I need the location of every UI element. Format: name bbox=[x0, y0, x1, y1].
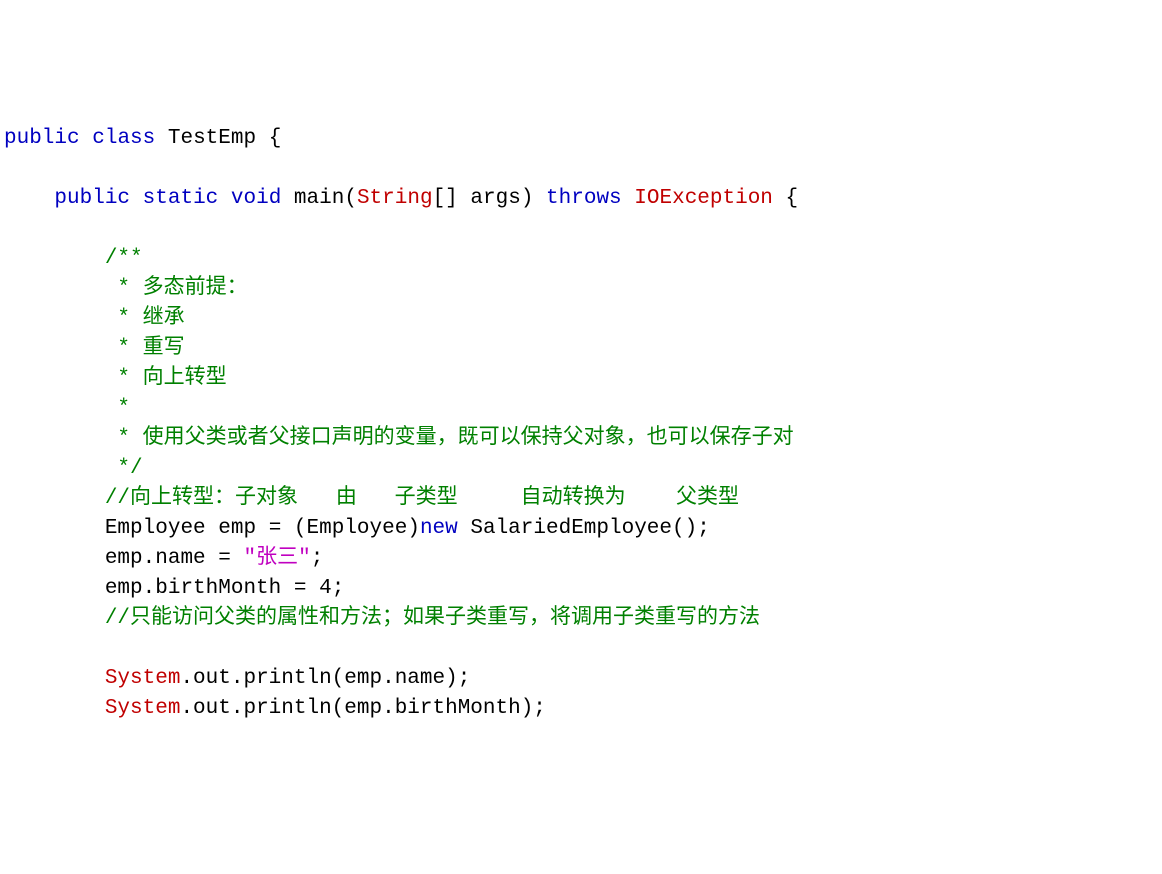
line-main: public static void main(String[] args) t… bbox=[4, 187, 798, 210]
type-string: String bbox=[357, 187, 433, 210]
javadoc-line: * 多态前提： bbox=[4, 277, 248, 300]
type-ioexception: IOException bbox=[634, 187, 773, 210]
javadoc-line: /** bbox=[4, 247, 143, 270]
line-comment: //向上转型：子对象 由 子类型 自动转换为 父类型 bbox=[4, 487, 739, 510]
var-emp: emp bbox=[218, 517, 256, 540]
keyword-public: public bbox=[54, 187, 130, 210]
brace-open: { bbox=[786, 187, 799, 210]
type-employee: Employee bbox=[105, 517, 206, 540]
equals: = bbox=[269, 517, 282, 540]
type-employee: Employee bbox=[307, 517, 408, 540]
type-system: System bbox=[105, 697, 181, 720]
stmt-assign-birthmonth: emp.birthMonth = 4; bbox=[4, 577, 344, 600]
type-system: System bbox=[105, 667, 181, 690]
semicolon: ; bbox=[311, 547, 324, 570]
println-call: .out.println(emp.name); bbox=[180, 667, 470, 690]
line-1: public class TestEmp { bbox=[4, 127, 281, 150]
javadoc-line: * 向上转型 bbox=[4, 367, 227, 390]
stmt-declare-emp: Employee emp = (Employee)new SalariedEmp… bbox=[4, 517, 710, 540]
javadoc-line: * 使用父类或者父接口声明的变量，既可以保持父对象，也可以保存子对 bbox=[4, 427, 794, 450]
parens: () bbox=[672, 517, 697, 540]
keyword-new: new bbox=[420, 517, 458, 540]
array-brackets: [] bbox=[433, 187, 458, 210]
javadoc-line: * 重写 bbox=[4, 337, 185, 360]
class-name: TestEmp bbox=[168, 127, 256, 150]
javadoc-line: * 继承 bbox=[4, 307, 185, 330]
keyword-class: class bbox=[92, 127, 155, 150]
param-args: args bbox=[470, 187, 520, 210]
stmt-assign-name: emp.name = "张三"; bbox=[4, 547, 323, 570]
stmt-println-name: System.out.println(emp.name); bbox=[4, 667, 470, 690]
paren-open: ( bbox=[344, 187, 357, 210]
keyword-static: static bbox=[143, 187, 219, 210]
brace-open: { bbox=[269, 127, 282, 150]
equals: = bbox=[294, 577, 307, 600]
semicolon: ; bbox=[332, 577, 345, 600]
javadoc-line: */ bbox=[4, 457, 143, 480]
int-literal: 4 bbox=[319, 577, 332, 600]
lhs: emp.name bbox=[105, 547, 206, 570]
keyword-throws: throws bbox=[546, 187, 622, 210]
type-salariedemployee: SalariedEmployee bbox=[470, 517, 672, 540]
lhs: emp.birthMonth bbox=[105, 577, 281, 600]
javadoc-line: * bbox=[4, 397, 143, 420]
method-name: main bbox=[294, 187, 344, 210]
println-call: .out.println(emp.birthMonth); bbox=[180, 697, 545, 720]
paren-open: ( bbox=[294, 517, 307, 540]
paren-close: ) bbox=[407, 517, 420, 540]
stmt-println-birthmonth: System.out.println(emp.birthMonth); bbox=[4, 697, 546, 720]
keyword-public: public bbox=[4, 127, 80, 150]
keyword-void: void bbox=[231, 187, 281, 210]
code-editor: public class TestEmp { public static voi… bbox=[4, 124, 1158, 724]
string-literal: "张三" bbox=[243, 547, 310, 570]
semicolon: ; bbox=[697, 517, 710, 540]
line-comment: //只能访问父类的属性和方法；如果子类重写，将调用子类重写的方法 bbox=[4, 607, 760, 630]
paren-close: ) bbox=[521, 187, 534, 210]
equals: = bbox=[218, 547, 231, 570]
